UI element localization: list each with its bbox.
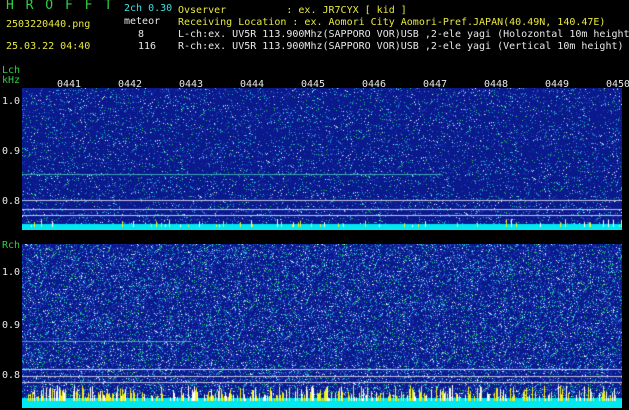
rch-receiver-info: R-ch:ex. UV5R 113.900Mhz(SAPPORO VOR)USB… — [178, 41, 624, 52]
lch-count: 8 — [138, 29, 145, 40]
lch-spectrogram-canvas — [22, 88, 622, 230]
detection-type-label: meteor — [124, 16, 161, 27]
capture-datetime: 25.03.22 04:40 — [6, 41, 91, 52]
frequency-tick: 1.0 — [2, 267, 21, 278]
rch-channel-label: Rch — [2, 240, 21, 251]
frequency-tick: 1.0 — [2, 96, 21, 107]
frequency-tick: 0.8 — [2, 370, 21, 381]
lch-unit-label: kHz — [2, 75, 21, 86]
observer-info: Ovserver : ex. JR7CYX [ kid ] — [178, 5, 407, 16]
location-info: Receiving Location : ex. Aomori City Aom… — [178, 17, 606, 28]
frequency-tick: 0.9 — [2, 146, 21, 157]
version-label: 2ch 0.30 — [124, 3, 173, 14]
lch-receiver-info: L-ch:ex. UV5R 113.900Mhz(SAPPORO VOR)USB… — [178, 29, 629, 40]
app-title: H R O F F T — [6, 0, 115, 13]
lch-spectrogram — [22, 88, 622, 230]
rch-spectrogram-canvas — [22, 244, 622, 408]
file-name: 2503220440.png — [6, 19, 91, 30]
frequency-tick: 0.8 — [2, 196, 21, 207]
frequency-tick: 0.9 — [2, 320, 21, 331]
rch-count: 116 — [138, 41, 157, 52]
rch-spectrogram — [22, 244, 622, 408]
